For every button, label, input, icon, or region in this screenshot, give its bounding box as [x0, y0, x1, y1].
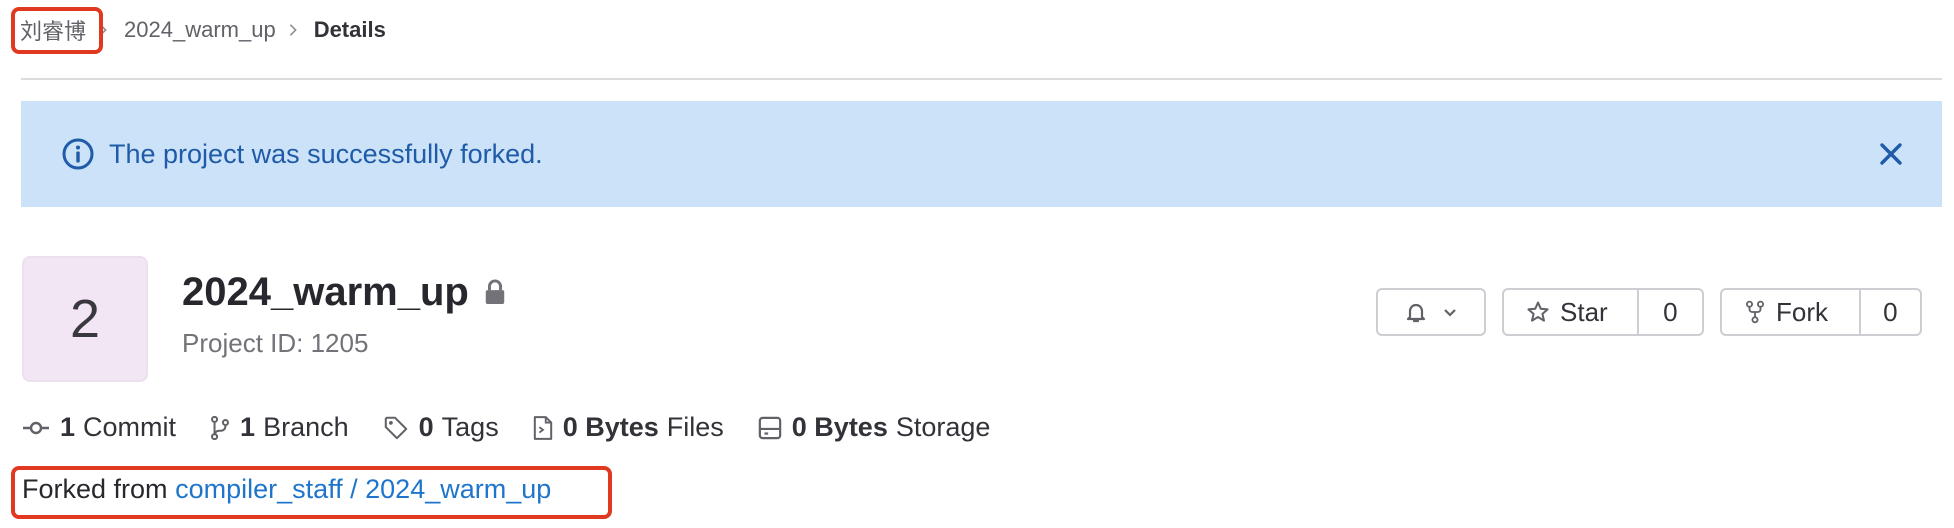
chevron-right-icon	[96, 23, 110, 37]
stat-storage-label: Storage	[895, 412, 991, 442]
lock-icon	[483, 278, 509, 308]
stat-storage[interactable]: 0 Bytes Storage	[758, 412, 991, 443]
project-name: 2024_warm_up	[182, 270, 469, 314]
project-id: Project ID: 1205	[182, 328, 369, 358]
stat-commits-label: Commit	[83, 412, 177, 442]
forked-from: Forked from compiler_staff / 2024_warm_u…	[22, 474, 551, 505]
fork-label: Fork	[1776, 296, 1828, 327]
star-label: Star	[1560, 296, 1608, 327]
star-button-group: Star 0	[1502, 288, 1704, 336]
breadcrumb: 刘睿博 2024_warm_up Details	[20, 14, 386, 46]
stat-commits-count: 1	[60, 412, 76, 442]
stat-tags-label: Tags	[441, 412, 499, 442]
fork-button-group: Fork 0	[1720, 288, 1922, 336]
breadcrumb-first-wrapper: 刘睿博	[20, 14, 86, 46]
project-avatar[interactable]: 2	[22, 256, 148, 382]
breadcrumb-item-project[interactable]: 2024_warm_up	[124, 17, 276, 43]
fork-icon	[1744, 299, 1766, 325]
stat-branches-label: Branch	[263, 412, 349, 442]
commit-icon	[22, 418, 50, 438]
forked-from-link[interactable]: compiler_staff / 2024_warm_up	[175, 474, 551, 504]
breadcrumb-item-current: Details	[313, 17, 386, 42]
star-button[interactable]: Star	[1504, 290, 1637, 334]
stat-storage-count: 0 Bytes	[791, 412, 888, 442]
forked-from-prefix: Forked from	[22, 474, 168, 504]
chevron-down-icon	[1442, 304, 1458, 320]
tag-icon	[383, 415, 409, 441]
fork-count[interactable]: 0	[1858, 290, 1920, 334]
notifications-button[interactable]	[1376, 288, 1486, 336]
stat-files-count: 0 Bytes	[562, 412, 659, 442]
stat-files-label: Files	[666, 412, 724, 442]
star-count[interactable]: 0	[1636, 290, 1702, 334]
stat-branches-count: 1	[240, 412, 256, 442]
bell-icon	[1404, 300, 1428, 324]
alert-message: The project was successfully forked.	[109, 138, 543, 169]
project-title-row: 2024_warm_up	[182, 270, 509, 315]
star-icon	[1526, 300, 1550, 324]
branch-icon	[210, 414, 230, 442]
fork-button[interactable]: Fork	[1722, 290, 1859, 334]
stat-tags-count: 0	[418, 412, 434, 442]
chevron-right-icon	[286, 23, 300, 37]
breadcrumb-item-user[interactable]: 刘睿博	[20, 19, 86, 44]
header-divider	[21, 78, 1942, 80]
stat-branches[interactable]: 1 Branch	[210, 412, 349, 443]
file-icon	[533, 414, 553, 442]
info-circle-icon	[61, 137, 95, 171]
stat-tags[interactable]: 0 Tags	[383, 412, 499, 443]
project-stats: 1 Commit 1 Branch 0 Tags 0 Bytes Files 0…	[22, 412, 1024, 443]
stat-files[interactable]: 0 Bytes Files	[533, 412, 724, 443]
close-icon[interactable]	[1876, 139, 1906, 169]
storage-icon	[758, 416, 782, 440]
stat-commits[interactable]: 1 Commit	[22, 412, 176, 443]
success-alert: The project was successfully forked.	[21, 101, 1942, 207]
